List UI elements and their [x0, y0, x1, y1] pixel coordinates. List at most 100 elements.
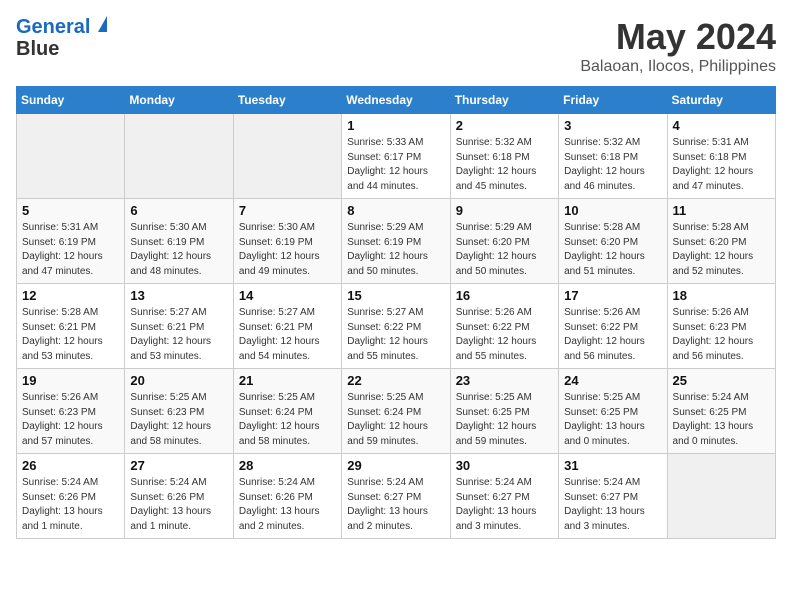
- col-header-saturday: Saturday: [667, 87, 775, 114]
- calendar-cell: 3 Sunrise: 5:32 AM Sunset: 6:18 PM Daylig…: [559, 114, 667, 199]
- day-info: Sunrise: 5:25 AM Sunset: 6:25 PM Dayligh…: [564, 391, 661, 449]
- calendar-cell: 23 Sunrise: 5:25 AM Sunset: 6:25 PM Dayli…: [450, 369, 558, 454]
- day-number: 9: [456, 203, 553, 218]
- col-header-wednesday: Wednesday: [342, 87, 450, 114]
- day-number: 4: [673, 118, 770, 133]
- day-number: 15: [347, 288, 444, 303]
- col-header-friday: Friday: [559, 87, 667, 114]
- day-number: 5: [22, 203, 119, 218]
- day-number: 23: [456, 373, 553, 388]
- calendar-cell: 12 Sunrise: 5:28 AM Sunset: 6:21 PM Dayli…: [17, 284, 125, 369]
- calendar-cell: 27Sunrise: 5:24 AM Sunset: 6:26 PM Dayli…: [125, 454, 233, 539]
- calendar-cell: 1 Sunrise: 5:33 AM Sunset: 6:17 PM Daylig…: [342, 114, 450, 199]
- calendar-table: SundayMondayTuesdayWednesdayThursdayFrid…: [16, 86, 776, 539]
- calendar-cell: 16Sunrise: 5:26 AM Sunset: 6:22 PM Dayli…: [450, 284, 558, 369]
- day-info: Sunrise: 5:28 AM Sunset: 6:20 PM Dayligh…: [673, 221, 770, 279]
- day-number: 30: [456, 458, 553, 473]
- day-number: 21: [239, 373, 336, 388]
- day-number: 25: [673, 373, 770, 388]
- day-info: Sunrise: 5:26 AM Sunset: 6:23 PM Dayligh…: [673, 306, 770, 364]
- day-info: Sunrise: 5:25 AM Sunset: 6:23 PM Dayligh…: [130, 391, 227, 449]
- calendar-cell: 8 Sunrise: 5:29 AM Sunset: 6:19 PM Daylig…: [342, 199, 450, 284]
- logo-arrow-icon: [98, 16, 107, 32]
- day-number: 26: [22, 458, 119, 473]
- day-info: Sunrise: 5:32 AM Sunset: 6:18 PM Dayligh…: [564, 136, 661, 194]
- calendar-cell: [125, 114, 233, 199]
- day-info: Sunrise: 5:30 AM Sunset: 6:19 PM Dayligh…: [239, 221, 336, 279]
- col-header-monday: Monday: [125, 87, 233, 114]
- day-number: 27: [130, 458, 227, 473]
- day-number: 11: [673, 203, 770, 218]
- calendar-cell: 11 Sunrise: 5:28 AM Sunset: 6:20 PM Dayli…: [667, 199, 775, 284]
- day-info: Sunrise: 5:29 AM Sunset: 6:20 PM Dayligh…: [456, 221, 553, 279]
- day-number: 28: [239, 458, 336, 473]
- calendar-cell: 26 Sunrise: 5:24 AM Sunset: 6:26 PM Dayli…: [17, 454, 125, 539]
- col-header-tuesday: Tuesday: [233, 87, 341, 114]
- logo-general: General: [16, 16, 90, 38]
- calendar-cell: 18 Sunrise: 5:26 AM Sunset: 6:23 PM Dayli…: [667, 284, 775, 369]
- day-info: Sunrise: 5:31 AM Sunset: 6:18 PM Dayligh…: [673, 136, 770, 194]
- day-number: 17: [564, 288, 661, 303]
- day-info: Sunrise: 5:24 AM Sunset: 6:27 PM Dayligh…: [564, 476, 661, 534]
- calendar-cell: 28Sunrise: 5:24 AM Sunset: 6:26 PM Dayli…: [233, 454, 341, 539]
- day-info: Sunrise: 5:25 AM Sunset: 6:25 PM Dayligh…: [456, 391, 553, 449]
- day-number: 24: [564, 373, 661, 388]
- day-number: 7: [239, 203, 336, 218]
- day-number: 12: [22, 288, 119, 303]
- col-header-sunday: Sunday: [17, 87, 125, 114]
- day-number: 6: [130, 203, 227, 218]
- calendar-cell: 2 Sunrise: 5:32 AM Sunset: 6:18 PM Daylig…: [450, 114, 558, 199]
- day-number: 31: [564, 458, 661, 473]
- col-header-thursday: Thursday: [450, 87, 558, 114]
- day-info: Sunrise: 5:31 AM Sunset: 6:19 PM Dayligh…: [22, 221, 119, 279]
- day-number: 1: [347, 118, 444, 133]
- day-info: Sunrise: 5:28 AM Sunset: 6:21 PM Dayligh…: [22, 306, 119, 364]
- day-number: 16: [456, 288, 553, 303]
- day-info: Sunrise: 5:30 AM Sunset: 6:19 PM Dayligh…: [130, 221, 227, 279]
- calendar-cell: 19 Sunrise: 5:26 AM Sunset: 6:23 PM Dayli…: [17, 369, 125, 454]
- day-info: Sunrise: 5:24 AM Sunset: 6:27 PM Dayligh…: [456, 476, 553, 534]
- day-info: Sunrise: 5:29 AM Sunset: 6:19 PM Dayligh…: [347, 221, 444, 279]
- calendar-cell: 4 Sunrise: 5:31 AM Sunset: 6:18 PM Daylig…: [667, 114, 775, 199]
- calendar-cell: 22 Sunrise: 5:25 AM Sunset: 6:24 PM Dayli…: [342, 369, 450, 454]
- day-info: Sunrise: 5:27 AM Sunset: 6:21 PM Dayligh…: [130, 306, 227, 364]
- day-number: 10: [564, 203, 661, 218]
- location: Balaoan, Ilocos, Philippines: [580, 58, 776, 76]
- calendar-cell: 9 Sunrise: 5:29 AM Sunset: 6:20 PM Daylig…: [450, 199, 558, 284]
- day-info: Sunrise: 5:25 AM Sunset: 6:24 PM Dayligh…: [239, 391, 336, 449]
- calendar-cell: 15Sunrise: 5:27 AM Sunset: 6:22 PM Dayli…: [342, 284, 450, 369]
- day-number: 3: [564, 118, 661, 133]
- calendar-cell: 6 Sunrise: 5:30 AM Sunset: 6:19 PM Daylig…: [125, 199, 233, 284]
- calendar-cell: 14 Sunrise: 5:27 AM Sunset: 6:21 PM Dayli…: [233, 284, 341, 369]
- day-info: Sunrise: 5:26 AM Sunset: 6:23 PM Dayligh…: [22, 391, 119, 449]
- day-info: Sunrise: 5:27 AM Sunset: 6:21 PM Dayligh…: [239, 306, 336, 364]
- day-info: Sunrise: 5:25 AM Sunset: 6:24 PM Dayligh…: [347, 391, 444, 449]
- day-info: Sunrise: 5:24 AM Sunset: 6:25 PM Dayligh…: [673, 391, 770, 449]
- calendar-cell: 29 Sunrise: 5:24 AM Sunset: 6:27 PM Dayli…: [342, 454, 450, 539]
- day-number: 29: [347, 458, 444, 473]
- calendar-cell: 7 Sunrise: 5:30 AM Sunset: 6:19 PM Daylig…: [233, 199, 341, 284]
- day-number: 22: [347, 373, 444, 388]
- day-number: 2: [456, 118, 553, 133]
- calendar-cell: 25 Sunrise: 5:24 AM Sunset: 6:25 PM Dayli…: [667, 369, 775, 454]
- calendar-cell: 13 Sunrise: 5:27 AM Sunset: 6:21 PM Dayli…: [125, 284, 233, 369]
- day-number: 8: [347, 203, 444, 218]
- day-number: 19: [22, 373, 119, 388]
- calendar-cell: 30 Sunrise: 5:24 AM Sunset: 6:27 PM Dayli…: [450, 454, 558, 539]
- day-number: 20: [130, 373, 227, 388]
- day-number: 14: [239, 288, 336, 303]
- month-title: May 2024: [580, 16, 776, 58]
- day-info: Sunrise: 5:24 AM Sunset: 6:26 PM Dayligh…: [22, 476, 119, 534]
- calendar-cell: 21 Sunrise: 5:25 AM Sunset: 6:24 PM Dayli…: [233, 369, 341, 454]
- day-number: 18: [673, 288, 770, 303]
- day-info: Sunrise: 5:32 AM Sunset: 6:18 PM Dayligh…: [456, 136, 553, 194]
- calendar-cell: 17Sunrise: 5:26 AM Sunset: 6:22 PM Dayli…: [559, 284, 667, 369]
- logo: General Blue: [16, 16, 107, 60]
- calendar-cell: 10 Sunrise: 5:28 AM Sunset: 6:20 PM Dayli…: [559, 199, 667, 284]
- calendar-cell: [233, 114, 341, 199]
- day-info: Sunrise: 5:24 AM Sunset: 6:27 PM Dayligh…: [347, 476, 444, 534]
- day-number: 13: [130, 288, 227, 303]
- calendar-cell: 20 Sunrise: 5:25 AM Sunset: 6:23 PM Dayli…: [125, 369, 233, 454]
- day-info: Sunrise: 5:33 AM Sunset: 6:17 PM Dayligh…: [347, 136, 444, 194]
- day-info: Sunrise: 5:28 AM Sunset: 6:20 PM Dayligh…: [564, 221, 661, 279]
